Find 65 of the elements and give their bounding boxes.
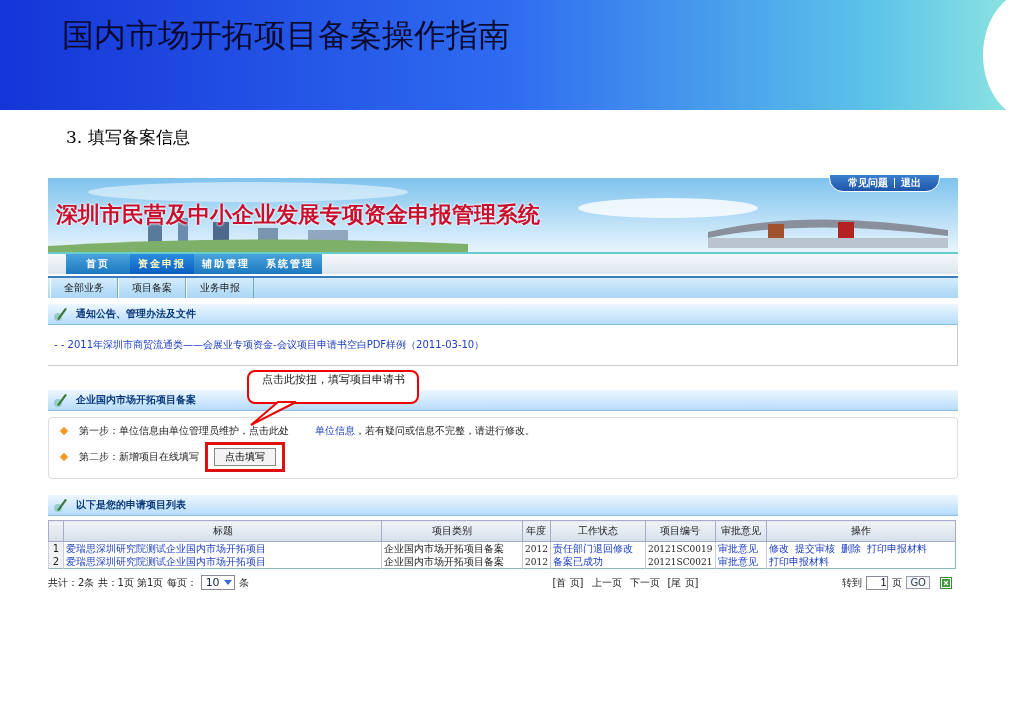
header-cell — [48, 520, 64, 542]
pencil-icon — [52, 306, 68, 322]
section-title: 通知公告、管理办法及文件 — [76, 307, 196, 321]
pager-link[interactable]: 上一页 — [591, 575, 622, 590]
fill-in-button[interactable]: 点击填写 — [214, 448, 276, 466]
site-title: 深圳市民营及中小企业发展专项资金申报管理系统 — [56, 201, 540, 229]
row-number: 2 — [48, 555, 64, 569]
notice-link[interactable]: - - 2011年深圳市商贸流通类——会展业专项资金-会议项目申请书空白PDF样例（2011-03-10） — [54, 338, 485, 352]
opinion-link[interactable]: 审批意见 — [717, 555, 758, 567]
project-title-link[interactable]: 爱瑞思深圳研究院测试企业国内市场开拓项目 — [66, 555, 266, 567]
column-header: 项目编号 — [645, 520, 715, 542]
bullet-icon — [59, 452, 69, 462]
slide-title: 国内市场开拓项目备案操作指南 — [62, 15, 510, 56]
status-link[interactable]: 备案已成功 — [552, 555, 603, 567]
nav-tab[interactable]: 首页 — [66, 254, 130, 274]
goto-label: 转到 — [842, 575, 863, 590]
column-header: 年度 — [522, 520, 551, 542]
top-link[interactable]: 退出 — [901, 176, 921, 190]
nav-tab[interactable]: 资金申报 — [130, 254, 194, 274]
step-heading: 3. 填写备案信息 — [66, 126, 191, 149]
column-header: 审批意见 — [715, 520, 766, 542]
action-link[interactable]: 修改 — [768, 542, 789, 555]
action-link[interactable]: 打印申报材料 — [866, 542, 927, 555]
callout-pointer — [248, 401, 298, 427]
pencil-icon — [52, 392, 68, 408]
page-unit: 页 — [892, 575, 903, 590]
column-header: 操作 — [766, 520, 956, 542]
step-text: 第二步：新增项目在线填写 — [79, 450, 199, 464]
unit-label: 条 — [238, 575, 249, 590]
nav-tab[interactable]: 辅助管理 — [194, 254, 258, 274]
sub-tab[interactable]: 项目备案 — [118, 278, 186, 298]
table-cell: 企业国内市场开拓项目备案 — [381, 541, 523, 555]
pager-link[interactable]: [尾 页] — [667, 575, 699, 590]
top-link[interactable]: 常见问题 — [848, 176, 888, 190]
page-size-select[interactable]: 10 — [200, 575, 235, 590]
pager-link[interactable]: 下一页 — [629, 575, 660, 590]
status-link[interactable]: 责任部门退回修改 — [552, 542, 633, 554]
go-button[interactable]: GO — [906, 576, 930, 589]
pager-link[interactable]: [首 页] — [552, 575, 584, 590]
action-link[interactable]: 删除 — [840, 542, 861, 555]
table-cell: 20121SC0021 — [645, 555, 715, 569]
opinion-link[interactable]: 审批意见 — [717, 542, 758, 554]
page-summary: 共计：2条 共：1页 第1页 每页： — [48, 575, 197, 590]
action-link[interactable]: 提交审核 — [794, 542, 835, 555]
column-header: 工作状态 — [550, 520, 646, 542]
unit-info-link[interactable]: 单位信息 — [315, 424, 355, 438]
action-link[interactable]: 打印申报材料 — [768, 555, 829, 568]
section-title: 以下是您的申请项目列表 — [76, 498, 186, 512]
table-cell: 2012 — [522, 541, 551, 555]
section-title: 企业国内市场开拓项目备案 — [76, 393, 196, 407]
table-cell: 企业国内市场开拓项目备案 — [381, 555, 523, 569]
bullet-icon — [59, 426, 69, 436]
step-text: 第一步：单位信息由单位管理员维护，点击此处 — [79, 424, 289, 438]
sub-tab[interactable]: 业务申报 — [186, 278, 254, 298]
sub-tab[interactable]: 全部业务 — [50, 278, 118, 298]
table-cell: 2012 — [522, 555, 551, 569]
table-cell: 20121SC0019 — [645, 541, 715, 555]
pencil-icon — [52, 497, 68, 513]
project-title-link[interactable]: 爱瑞思深圳研究院测试企业国内市场开拓项目 — [66, 542, 266, 554]
column-header: 标题 — [63, 520, 382, 542]
spreadsheet-icon[interactable] — [940, 576, 952, 589]
page-input[interactable]: 1 — [866, 575, 889, 590]
dropdown-arrow-icon — [223, 580, 232, 585]
column-header: 项目类别 — [381, 520, 523, 542]
step-text: ，若有疑问或信息不完整，请进行修改。 — [355, 424, 535, 438]
